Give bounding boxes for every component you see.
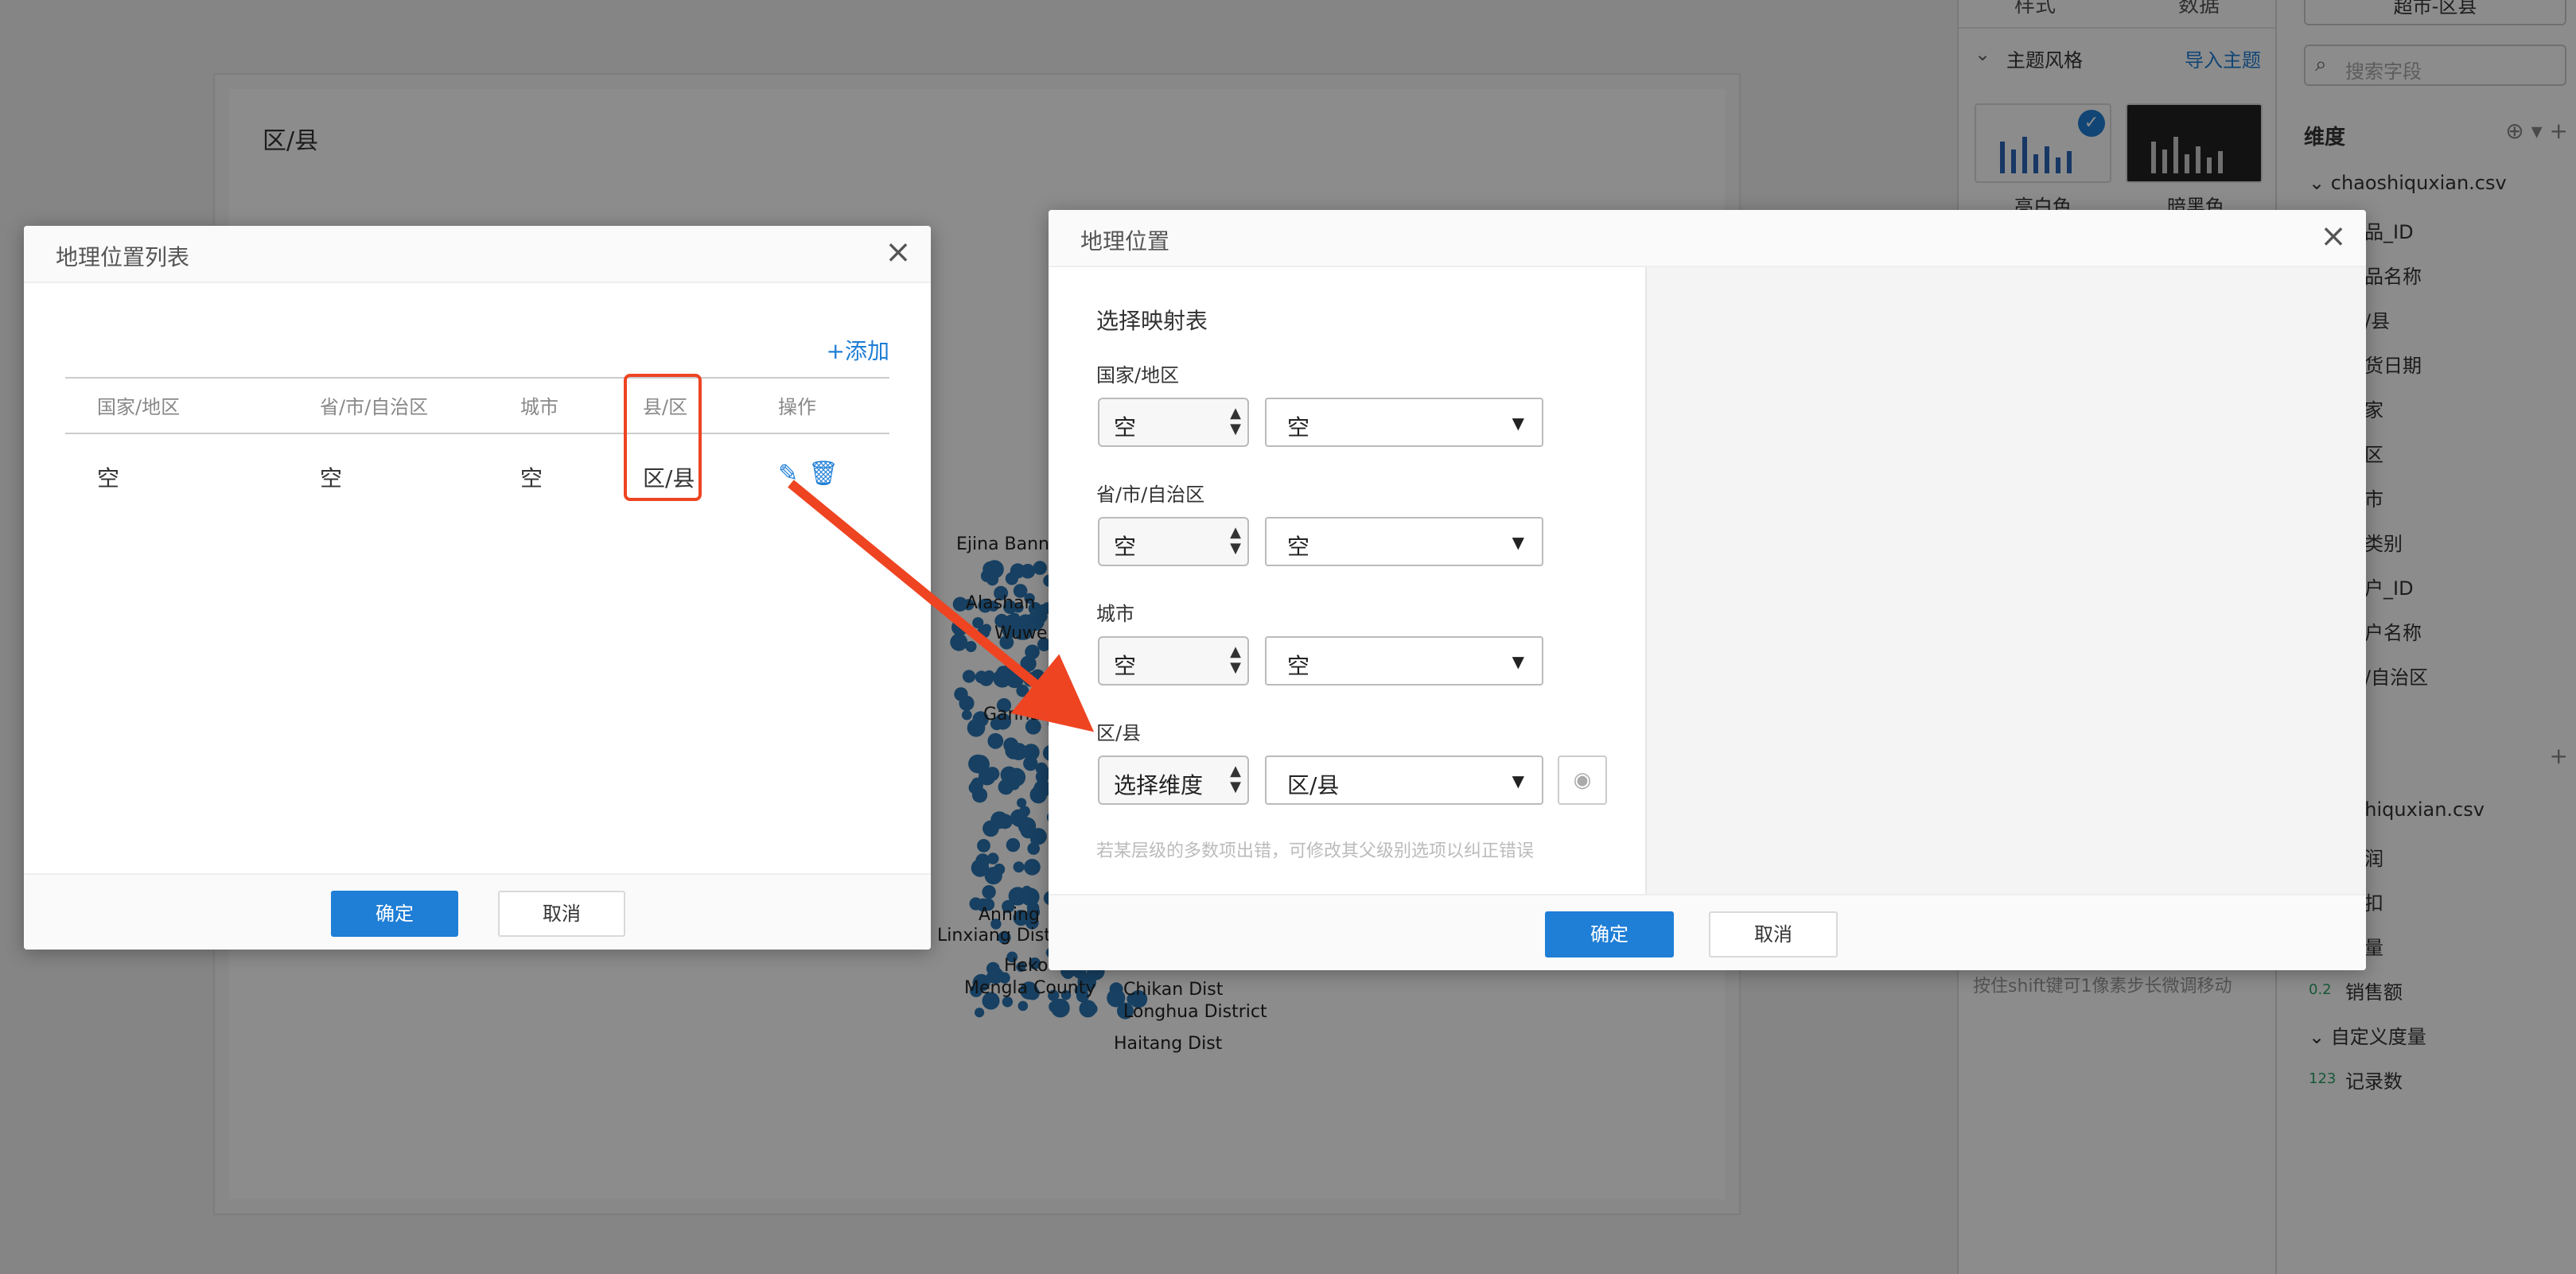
- updown-icon: ▲ ▼: [1230, 763, 1241, 795]
- dropdown-icon: ▼: [1512, 652, 1524, 671]
- select-value: 空: [1114, 414, 1137, 441]
- province-value-select[interactable]: 空 ▼: [1265, 517, 1543, 566]
- city-value-select[interactable]: 空 ▼: [1265, 636, 1543, 686]
- updown-icon: ▲ ▼: [1230, 643, 1241, 676]
- district-value-select[interactable]: 区/县 ▼: [1265, 755, 1543, 805]
- updown-icon: ▲ ▼: [1230, 524, 1241, 557]
- divider: [65, 433, 889, 434]
- dialog-title: 地理位置: [1080, 228, 1170, 254]
- plus-icon: +: [826, 338, 845, 364]
- add-button[interactable]: +添加: [827, 334, 889, 366]
- column-header: 操作: [778, 396, 816, 418]
- select-value: 选择维度: [1114, 772, 1204, 798]
- geo-mapping-dialog: 地理位置 × 选择映射表 国家/地区 空 ▲ ▼ 空 ▼ 省/市/自治区 空 ▲ ▼ 空 ▼…: [1049, 210, 2366, 970]
- column-header: 城市: [520, 396, 558, 418]
- column-header: 国家/地区: [97, 396, 181, 418]
- highlight-box: [624, 374, 702, 501]
- confirm-button[interactable]: 确定: [331, 891, 458, 937]
- cancel-button[interactable]: 取消: [498, 891, 625, 937]
- city-mode-select[interactable]: 空 ▲ ▼: [1098, 636, 1249, 686]
- trash-icon[interactable]: 🗑: [808, 460, 839, 487]
- eye-icon[interactable]: ◉: [1558, 755, 1607, 805]
- dialog-footer: 确定 取消: [1049, 894, 2366, 970]
- geo-list-dialog: 地理位置列表 × +添加 国家/地区 省/市/自治区 城市 县/区 操作 空 空…: [24, 226, 931, 950]
- dialog-header: 地理位置列表 ×: [24, 226, 931, 283]
- select-value: 空: [1287, 653, 1310, 679]
- table-cell: 空: [97, 465, 120, 491]
- country-value-select[interactable]: 空 ▼: [1265, 398, 1543, 447]
- dialog-footer: 确定 取消: [24, 873, 931, 950]
- mapping-note: 若某层级的多数项出错，可修改其父级别选项以纠正错误: [1096, 841, 1535, 861]
- mapping-preview: [1645, 267, 2366, 894]
- add-label: 添加: [844, 338, 889, 364]
- dialog-title: 地理位置列表: [56, 244, 190, 270]
- dropdown-icon: ▼: [1512, 533, 1524, 552]
- column-header: 省/市/自治区: [320, 396, 429, 418]
- province-mode-select[interactable]: 空 ▲ ▼: [1098, 517, 1249, 566]
- close-icon[interactable]: ×: [2315, 218, 2352, 254]
- table-cell: 空: [520, 465, 543, 491]
- cancel-button[interactable]: 取消: [1709, 911, 1838, 957]
- mapping-subtitle: 选择映射表: [1096, 308, 1208, 334]
- confirm-button[interactable]: 确定: [1545, 911, 1674, 957]
- select-value: 空: [1114, 653, 1137, 679]
- edit-icon[interactable]: ✎: [778, 460, 798, 487]
- dialog-header: 地理位置 ×: [1049, 210, 2366, 267]
- district-mode-select[interactable]: 选择维度 ▲ ▼: [1098, 755, 1249, 805]
- divider: [65, 377, 889, 379]
- select-value: 区/县: [1287, 772, 1340, 798]
- select-value: 空: [1114, 534, 1137, 560]
- field-label-district: 区/县: [1096, 722, 1142, 744]
- table-cell: 空: [320, 465, 343, 491]
- dropdown-icon: ▼: [1512, 771, 1524, 790]
- mapping-form: 选择映射表 国家/地区 空 ▲ ▼ 空 ▼ 省/市/自治区 空 ▲ ▼ 空 ▼ 城市 空 ▲ ▼…: [1049, 267, 1645, 894]
- select-value: 空: [1287, 414, 1310, 441]
- select-value: 空: [1287, 534, 1310, 560]
- close-icon[interactable]: ×: [880, 234, 916, 270]
- field-label-province: 省/市/自治区: [1096, 484, 1205, 506]
- updown-icon: ▲ ▼: [1230, 405, 1241, 437]
- field-label-country: 国家/地区: [1096, 364, 1180, 386]
- field-label-city: 城市: [1096, 603, 1134, 625]
- country-mode-select[interactable]: 空 ▲ ▼: [1098, 398, 1249, 447]
- dropdown-icon: ▼: [1512, 414, 1524, 433]
